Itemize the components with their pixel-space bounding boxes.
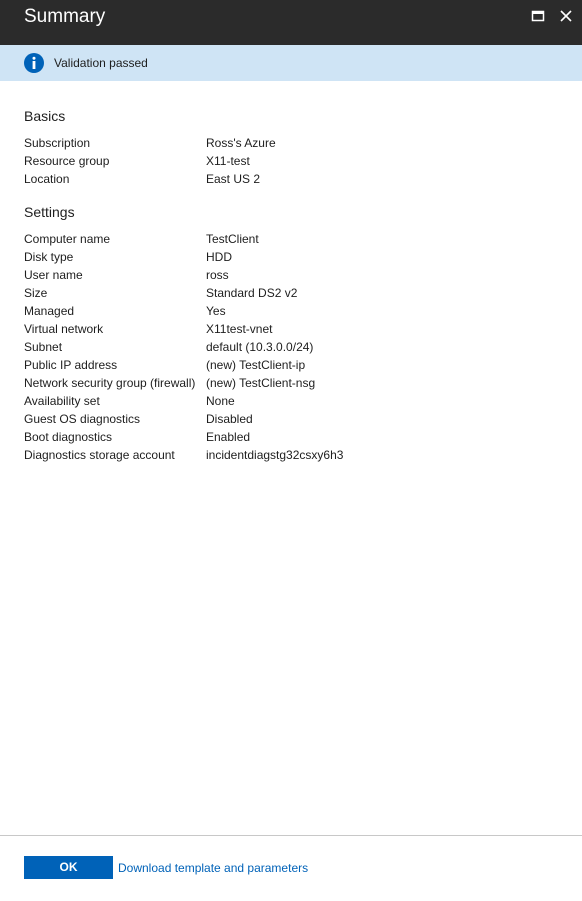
row-label: Network security group (firewall) [24, 376, 196, 390]
row-label: Managed [24, 304, 75, 318]
row-value: HDD [206, 250, 232, 264]
basics-list: Subscription Ross's Azure Resource group… [24, 136, 564, 190]
summary-row-location: Location East US 2 [24, 172, 564, 190]
blade-title: Summary [24, 6, 106, 27]
summary-row-nsg: Network security group (firewall) (new) … [24, 376, 564, 394]
summary-row-subscription: Subscription Ross's Azure [24, 136, 564, 154]
summary-row-availability-set: Availability set None [24, 394, 564, 412]
ok-button[interactable]: OK [24, 856, 113, 879]
row-value: Standard DS2 v2 [206, 286, 298, 300]
row-value: incidentdiagstg32csxy6h3 [206, 448, 344, 462]
row-label: Guest OS diagnostics [24, 412, 141, 426]
row-value: Enabled [206, 430, 251, 444]
row-label: Disk type [24, 250, 74, 264]
settings-list: Computer name TestClient Disk type HDD U… [24, 232, 564, 466]
row-value: Disabled [206, 412, 253, 426]
row-label: Diagnostics storage account [24, 448, 175, 462]
row-value: ross [206, 268, 229, 282]
info-icon [23, 52, 45, 74]
summary-row-managed: Managed Yes [24, 304, 564, 322]
row-value: None [206, 394, 235, 408]
summary-row-disk-type: Disk type HDD [24, 250, 564, 268]
maximize-icon[interactable] [528, 6, 548, 26]
basics-section-title: Basics [24, 108, 66, 124]
summary-row-guest-os-diagnostics: Guest OS diagnostics Disabled [24, 412, 564, 430]
row-label: Subnet [24, 340, 63, 354]
row-label: Virtual network [24, 322, 104, 336]
summary-row-user-name: User name ross [24, 268, 564, 286]
row-value: X11-test [206, 154, 250, 168]
row-label: Public IP address [24, 358, 118, 372]
row-label: Subscription [24, 136, 91, 150]
validation-banner: Validation passed [0, 45, 582, 81]
row-label: Size [24, 286, 48, 300]
download-template-link[interactable]: Download template and parameters [118, 861, 308, 875]
row-label: Boot diagnostics [24, 430, 113, 444]
row-value: Ross's Azure [206, 136, 276, 150]
row-label: Resource group [24, 154, 110, 168]
row-value: default (10.3.0.0/24) [206, 340, 314, 354]
summary-blade: Summary Validation passed Basics Subscri… [0, 0, 582, 901]
summary-row-diagnostics-storage: Diagnostics storage account incidentdiag… [24, 448, 564, 466]
summary-row-subnet: Subnet default (10.3.0.0/24) [24, 340, 564, 358]
summary-row-resource-group: Resource group X11-test [24, 154, 564, 172]
row-value: Yes [206, 304, 226, 318]
summary-row-virtual-network: Virtual network X11test-vnet [24, 322, 564, 340]
row-label: Computer name [24, 232, 111, 246]
summary-row-boot-diagnostics: Boot diagnostics Enabled [24, 430, 564, 448]
row-value: (new) TestClient-ip [206, 358, 306, 372]
summary-row-computer-name: Computer name TestClient [24, 232, 564, 250]
blade-header: Summary [0, 0, 582, 45]
row-value: East US 2 [206, 172, 261, 186]
close-icon[interactable] [556, 6, 576, 26]
summary-row-size: Size Standard DS2 v2 [24, 286, 564, 304]
row-value: TestClient [206, 232, 259, 246]
row-label: Location [24, 172, 70, 186]
row-label: Availability set [24, 394, 100, 408]
summary-row-public-ip: Public IP address (new) TestClient-ip [24, 358, 564, 376]
row-value: (new) TestClient-nsg [206, 376, 316, 390]
validation-message: Validation passed [54, 56, 148, 70]
footer-divider [0, 835, 582, 836]
row-label: User name [24, 268, 83, 282]
row-value: X11test-vnet [206, 322, 273, 336]
settings-section-title: Settings [24, 204, 75, 220]
